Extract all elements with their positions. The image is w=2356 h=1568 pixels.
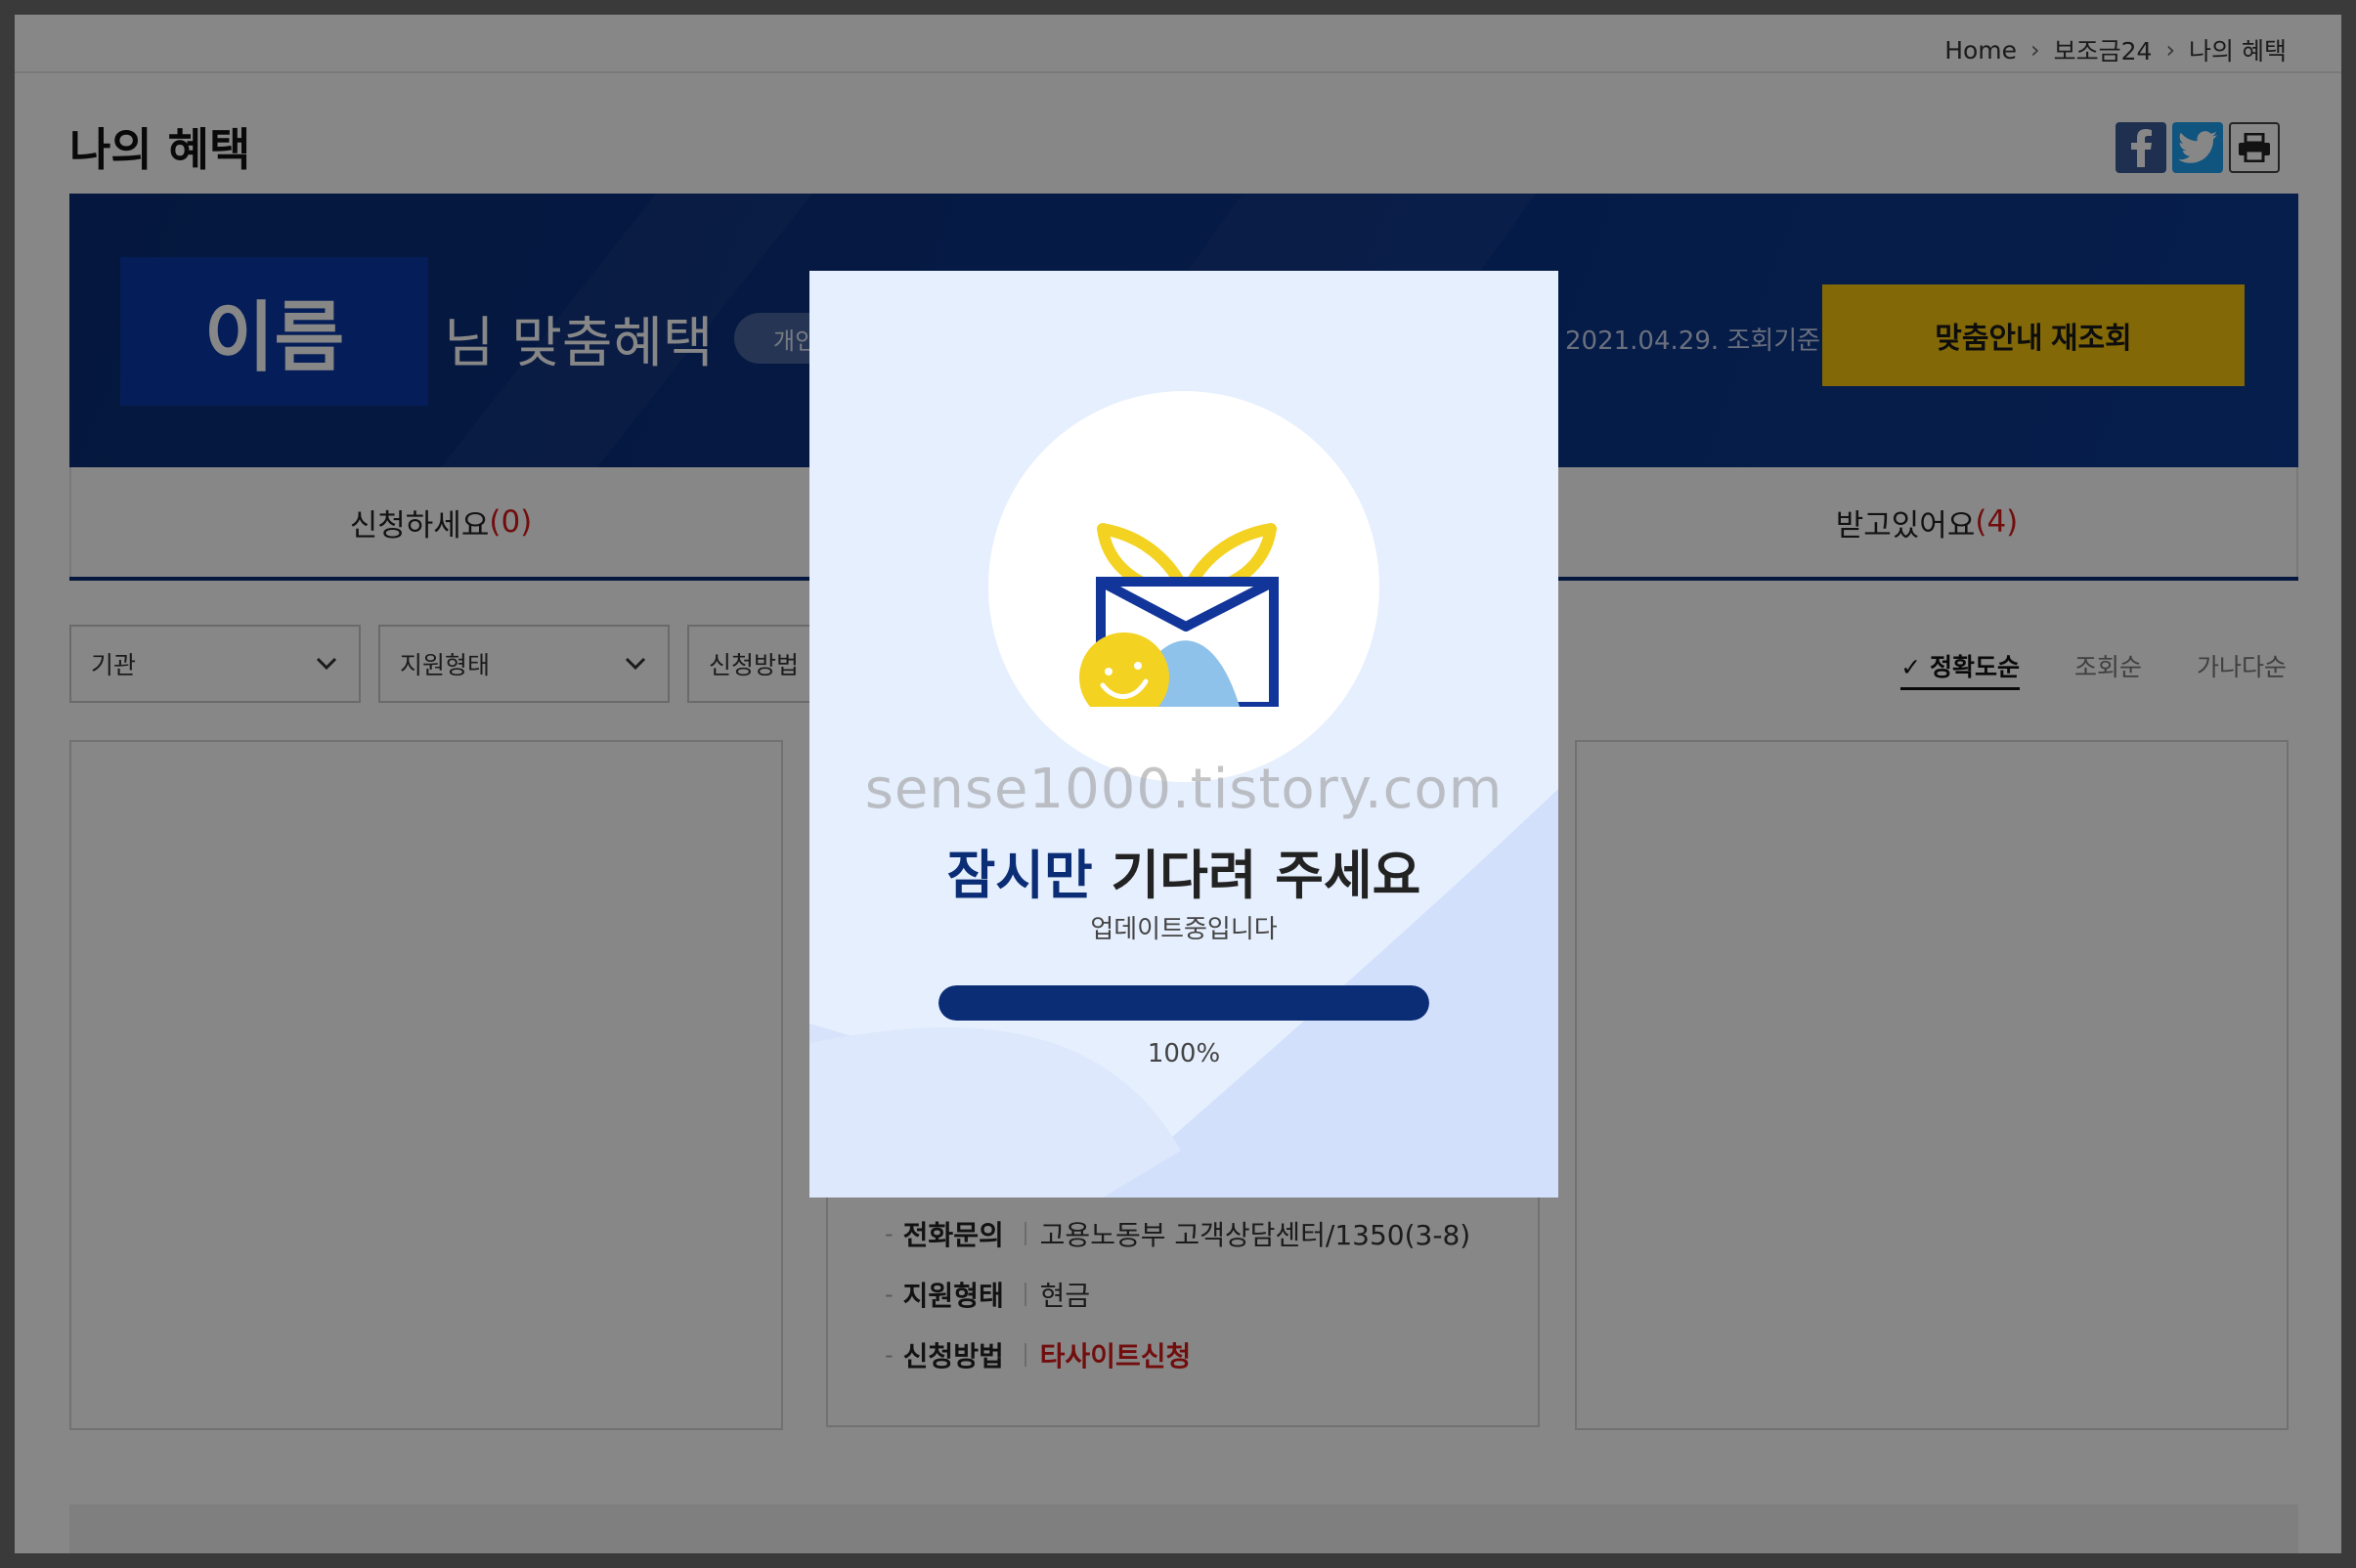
- wait-title-highlight: 잠시만: [946, 845, 1093, 906]
- progress-bar: [938, 985, 1429, 1021]
- wait-title-rest: 기다려 주세요: [1092, 845, 1421, 906]
- loading-modal: sense1000.tistory.com 잠시만 기다려 주세요 업데이트중입…: [809, 271, 1558, 1198]
- gift-box-icon: [1079, 523, 1279, 707]
- progress-fill: [938, 985, 1429, 1021]
- progress-text: 100%: [1147, 1039, 1221, 1068]
- watermark: sense1000.tistory.com: [864, 758, 1504, 821]
- wait-subtitle: 업데이트중입니다: [1090, 915, 1278, 944]
- wait-title: 잠시만 기다려 주세요: [809, 832, 1558, 909]
